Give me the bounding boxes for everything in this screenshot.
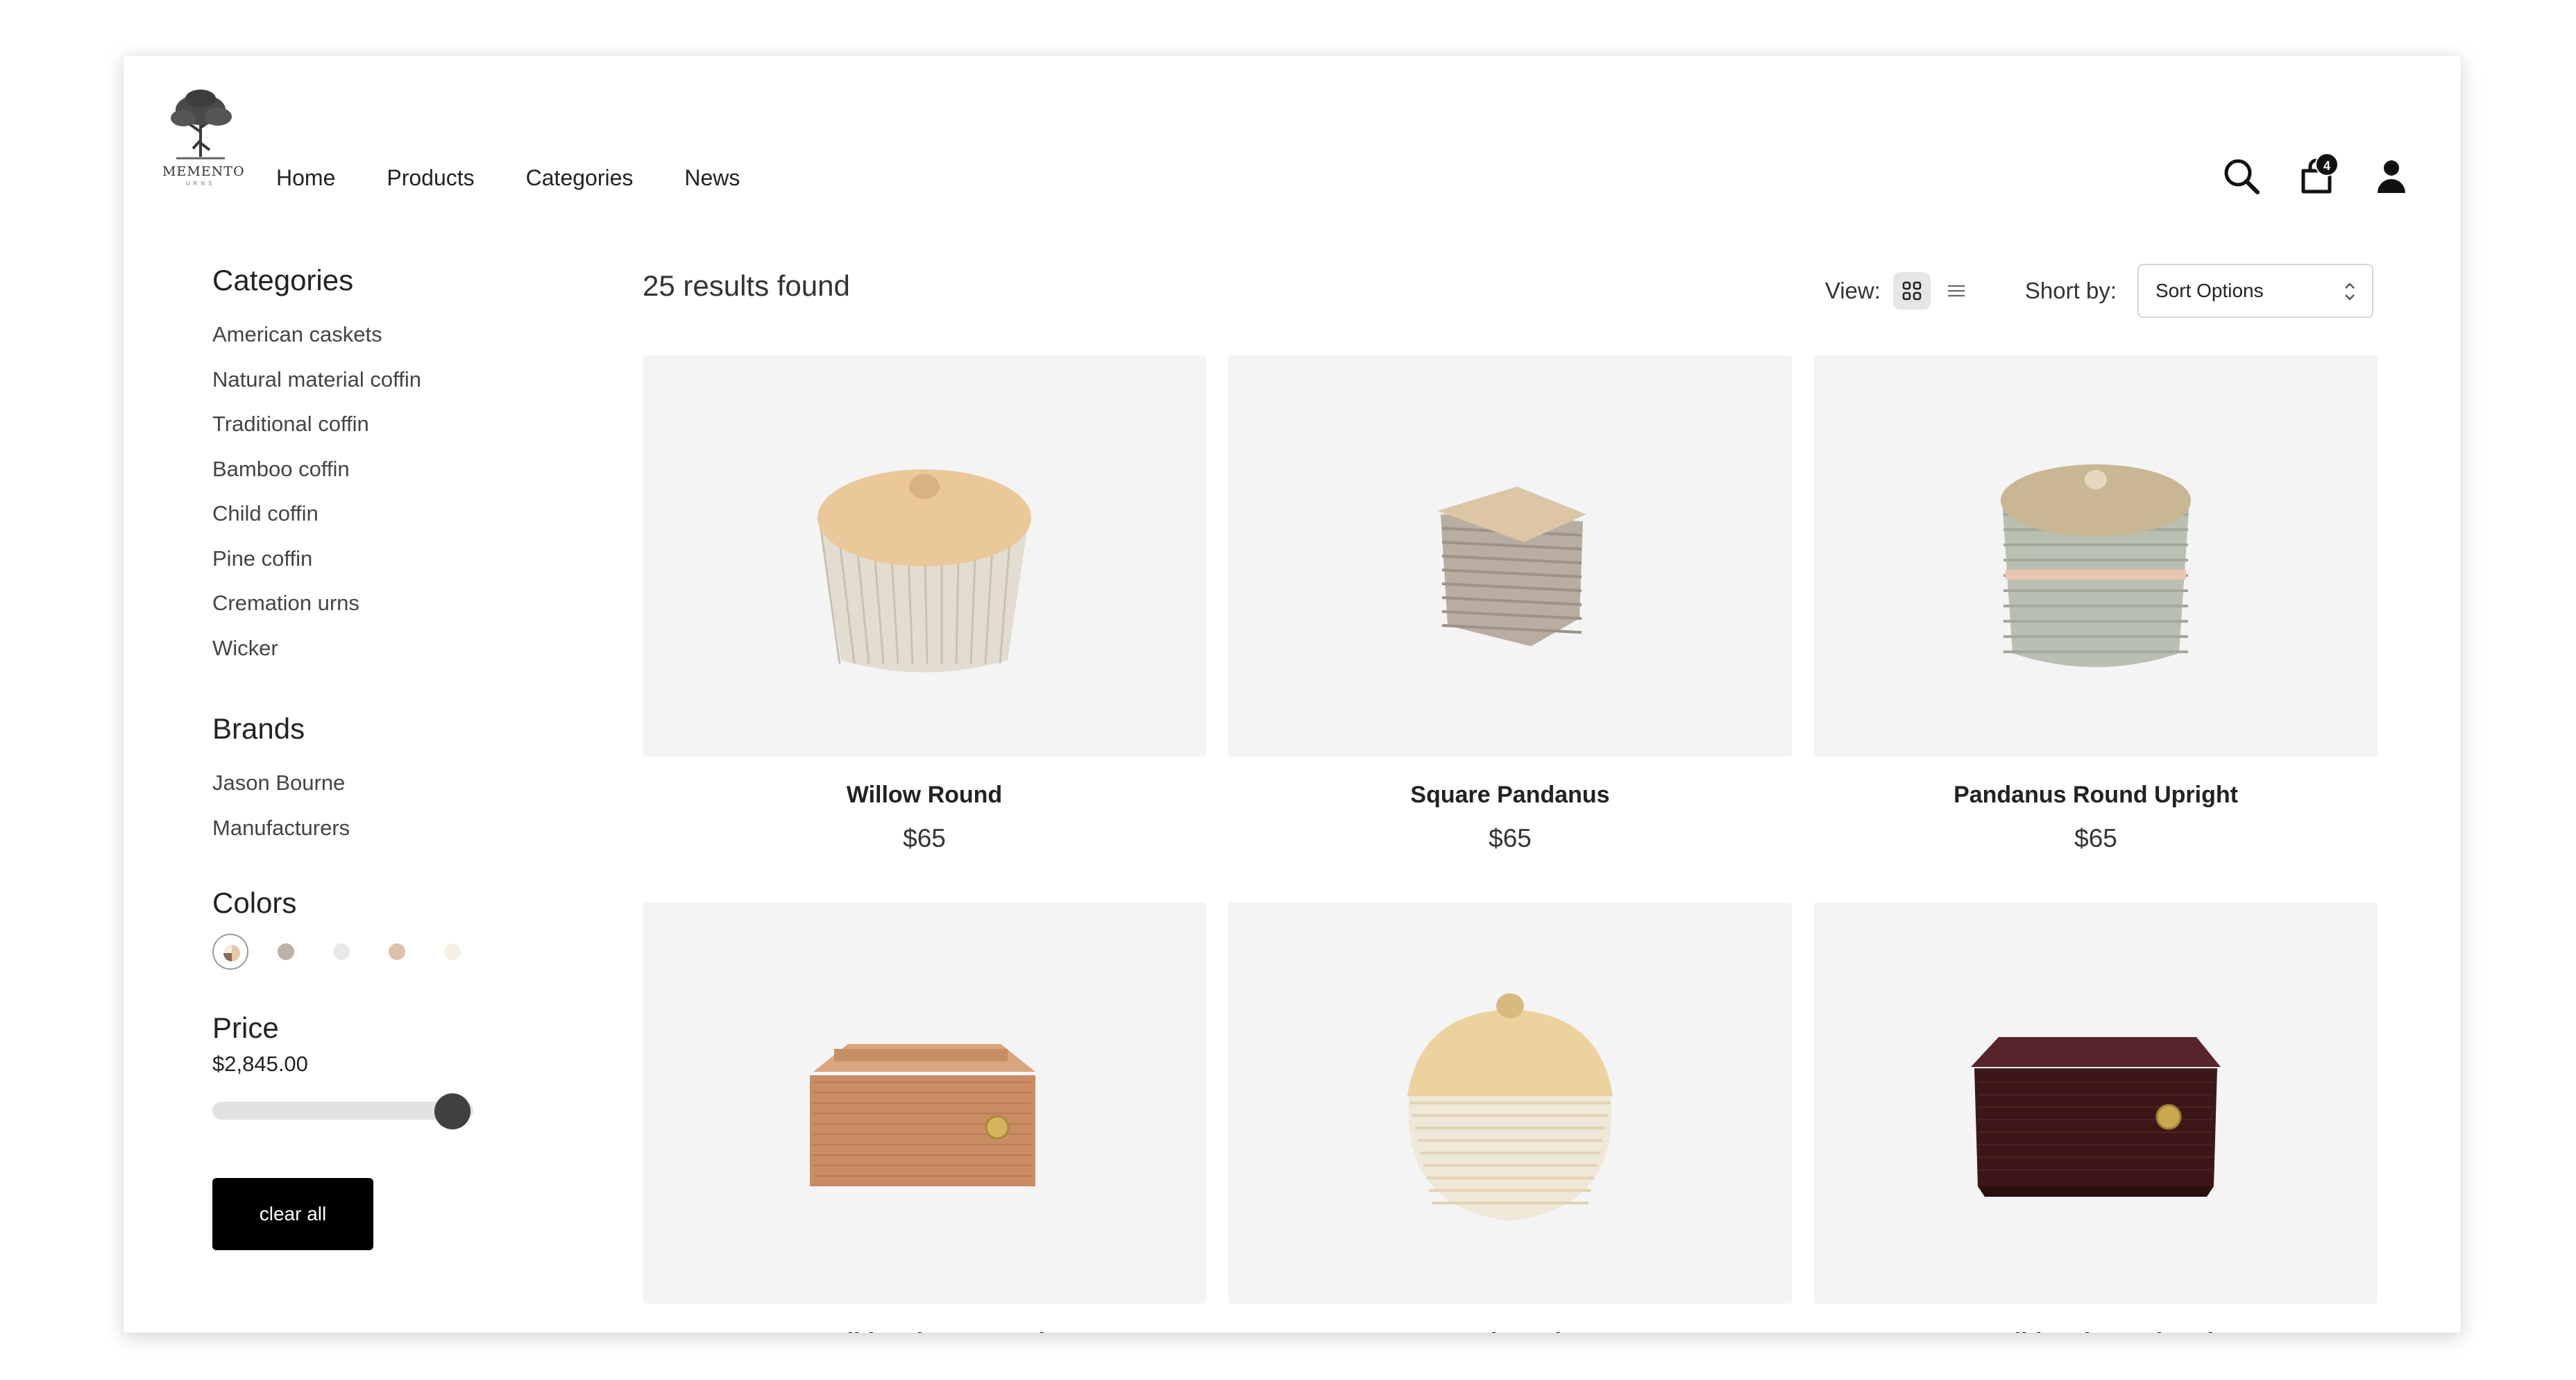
- color-swatch-dot: [389, 943, 405, 960]
- wicker-round-urn-image[interactable]: [643, 355, 1206, 757]
- price-value: $2,845.00: [212, 1052, 308, 1076]
- brand-logo[interactable]: MEMENTO URNS: [162, 82, 245, 187]
- main-nav: Home Products Categories News: [276, 165, 791, 191]
- category-natural-material-coffin[interactable]: Natural material coffin: [212, 355, 504, 405]
- nav-home[interactable]: Home: [276, 165, 335, 191]
- category-american-caskets[interactable]: American caskets: [212, 310, 504, 360]
- square-woven-urn-image[interactable]: [1228, 355, 1792, 757]
- filter-sidebar: Categories American caskets Natural mate…: [212, 264, 504, 1250]
- sort-label: Short by:: [2024, 278, 2117, 303]
- category-child-coffin[interactable]: Child coffin: [212, 489, 504, 539]
- product-name[interactable]: Traditional Octagonal: [643, 1329, 1206, 1333]
- clear-all-button[interactable]: clear all: [212, 1178, 373, 1250]
- cart-icon[interactable]: 4: [2297, 153, 2339, 196]
- light-wood-casket-urn-image[interactable]: [643, 902, 1206, 1304]
- color-swatch-dot: [223, 945, 240, 961]
- chevron-up-down-icon: [2345, 283, 2355, 301]
- color-swatch[interactable]: [323, 934, 359, 970]
- tree-icon: [171, 90, 232, 160]
- nav-categories[interactable]: Categories: [526, 165, 634, 191]
- product-name[interactable]: Traditional – Dark Oak: [1814, 1329, 2378, 1333]
- sort-select-value: Sort Options: [2155, 280, 2264, 301]
- color-swatch[interactable]: [379, 934, 415, 970]
- price-slider-handle[interactable]: [434, 1093, 471, 1129]
- price-heading: Price: [212, 1011, 279, 1044]
- logo-subtext: URNS: [185, 180, 216, 187]
- product-name[interactable]: Round Bamboo: [1228, 1329, 1792, 1333]
- nav-news[interactable]: News: [684, 165, 740, 191]
- product-card[interactable]: Traditional – Dark Oak$70: [1814, 902, 2378, 1333]
- colors-heading: Colors: [212, 886, 297, 919]
- results-count: 25 results found: [643, 269, 850, 302]
- color-swatch-dot: [278, 943, 294, 960]
- dark-oak-casket-urn-image[interactable]: [1814, 902, 2378, 1304]
- product-card[interactable]: Pandanus Round Upright $65: [1814, 355, 2378, 853]
- category-traditional-coffin[interactable]: Traditional coffin: [212, 399, 504, 450]
- category-pine-coffin[interactable]: Pine coffin: [212, 534, 504, 584]
- app-window: MEMENTO URNS Home Products Categories Ne…: [124, 56, 2461, 1333]
- nav-products[interactable]: Products: [387, 165, 474, 191]
- brands-heading: Brands: [212, 712, 305, 745]
- category-wicker[interactable]: Wicker: [212, 623, 504, 674]
- sort-select[interactable]: Sort Options: [2137, 264, 2373, 318]
- product-price: $65: [1489, 824, 1532, 852]
- color-swatch[interactable]: [268, 934, 304, 970]
- category-list: American caskets Natural material coffin…: [212, 310, 504, 673]
- bamboo-round-urn-image[interactable]: [1228, 902, 1792, 1304]
- color-swatch[interactable]: [212, 934, 248, 970]
- product-card[interactable]: Round Bamboo$65: [1228, 902, 1792, 1333]
- color-swatch-dot: [333, 943, 350, 960]
- product-price: $65: [903, 824, 946, 852]
- product-name[interactable]: Square Pandanus: [1228, 782, 1792, 809]
- category-bamboo-coffin[interactable]: Bamboo coffin: [212, 444, 504, 495]
- brand-manufacturers[interactable]: Manufacturers: [212, 803, 504, 854]
- site-header: MEMENTO URNS Home Products Categories Ne…: [124, 56, 2461, 194]
- price-slider[interactable]: [212, 1092, 473, 1129]
- color-swatches: [212, 934, 504, 970]
- product-card[interactable]: Traditional Octagonal$65: [643, 902, 1206, 1333]
- tall-woven-urn-image[interactable]: [1814, 355, 2378, 757]
- brand-jason-bourne[interactable]: Jason Bourne: [212, 758, 504, 809]
- search-icon[interactable]: [2222, 157, 2261, 196]
- user-icon[interactable]: [2372, 157, 2411, 196]
- color-swatch[interactable]: [434, 934, 471, 970]
- listing-toolbar: View: Short by: Sort Options: [1825, 264, 2373, 318]
- category-cremation-urns[interactable]: Cremation urns: [212, 578, 504, 629]
- list-view-button[interactable]: [1938, 272, 1975, 310]
- color-swatch-dot: [444, 943, 461, 960]
- grid-view-button[interactable]: [1892, 272, 1931, 310]
- grid-icon: [1902, 281, 1922, 301]
- view-label: View:: [1824, 278, 1881, 303]
- product-card[interactable]: Square Pandanus $65: [1228, 355, 1792, 853]
- categories-heading: Categories: [212, 264, 354, 296]
- product-card[interactable]: Willow Round $65: [643, 355, 1206, 853]
- header-actions: 4: [2222, 153, 2411, 196]
- product-name[interactable]: Willow Round: [643, 782, 1206, 809]
- cart-count-badge: 4: [2315, 153, 2339, 176]
- list-icon: [1947, 285, 1965, 297]
- brand-list: Jason Bourne Manufacturers: [212, 758, 504, 853]
- product-name[interactable]: Pandanus Round Upright: [1814, 782, 2378, 809]
- product-price: $65: [2074, 824, 2117, 852]
- logo-text: MEMENTO: [162, 164, 245, 179]
